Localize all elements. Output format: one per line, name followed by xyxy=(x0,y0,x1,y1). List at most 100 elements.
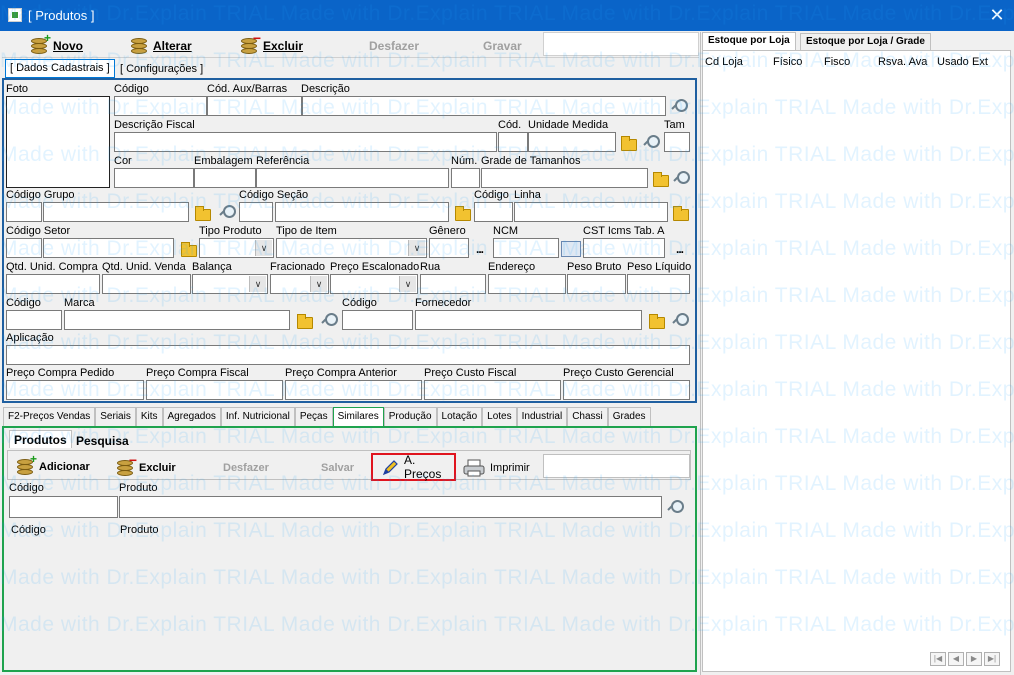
sub-excluir-button[interactable]: − Excluir xyxy=(116,453,176,481)
custo-gerencial-field[interactable] xyxy=(563,380,690,400)
cod-unidade-field[interactable] xyxy=(498,132,528,152)
codigo-linha-field[interactable] xyxy=(474,202,513,222)
rua-field[interactable] xyxy=(420,274,486,294)
cor-field[interactable] xyxy=(114,168,194,188)
search-icon[interactable] xyxy=(667,500,684,516)
desfazer-button[interactable]: Desfazer xyxy=(369,33,419,59)
folder-icon[interactable] xyxy=(621,136,637,151)
setor-field[interactable] xyxy=(43,238,174,258)
tab-produ-o[interactable]: Produção xyxy=(383,407,437,426)
codigo-field[interactable] xyxy=(114,96,207,116)
similares-grid[interactable] xyxy=(7,539,691,669)
preco-anterior-field[interactable] xyxy=(285,380,422,400)
tab-lotes[interactable]: Lotes xyxy=(482,407,517,426)
cst-more-button[interactable]: ... xyxy=(676,242,684,256)
nav-last-icon[interactable]: ▶| xyxy=(984,652,1000,666)
preco-escalonado-select[interactable]: ∨ xyxy=(330,274,418,294)
qtd-compra-field[interactable] xyxy=(6,274,100,294)
estoque-grid[interactable] xyxy=(702,50,1011,672)
secao-field[interactable] xyxy=(275,202,449,222)
tab-inf-nutricional[interactable]: Inf. Nutricional xyxy=(220,407,295,426)
desc-fiscal-field[interactable] xyxy=(114,132,497,152)
folder-icon[interactable] xyxy=(181,242,197,257)
peso-liquido-field[interactable] xyxy=(627,274,690,294)
tab-f2-pre-os-vendas[interactable]: F2-Preços Vendas xyxy=(3,407,96,426)
folder-icon[interactable] xyxy=(653,172,669,187)
folder-icon[interactable] xyxy=(455,206,471,221)
tab-agregados[interactable]: Agregados xyxy=(162,407,221,426)
alterar-button[interactable]: Alterar xyxy=(130,33,192,59)
nav-first-icon[interactable]: |◀ xyxy=(930,652,946,666)
peso-bruto-field[interactable] xyxy=(567,274,626,294)
codigo-grupo-field[interactable] xyxy=(6,202,42,222)
nav-prev-icon[interactable]: ◀ xyxy=(948,652,964,666)
fornecedor-field[interactable] xyxy=(415,310,642,330)
gravar-button[interactable]: Gravar xyxy=(483,33,522,59)
sub-codigo-field[interactable] xyxy=(9,496,118,518)
tab-estoque-loja[interactable]: Estoque por Loja xyxy=(702,32,796,50)
grupo-field[interactable] xyxy=(43,202,189,222)
search-icon[interactable] xyxy=(671,99,688,115)
grade-field[interactable] xyxy=(481,168,648,188)
qtd-venda-field[interactable] xyxy=(102,274,191,294)
imprimir-button[interactable]: Imprimir xyxy=(463,455,530,481)
balanca-select[interactable]: ∨ xyxy=(192,274,268,294)
visualizacao-button[interactable]: VISUALIZAÇÃO xyxy=(543,32,699,56)
tab-dados-cadastrais[interactable]: [ Dados Cadastrais ] xyxy=(5,59,115,78)
cst-field[interactable] xyxy=(583,238,665,258)
codigo-fornecedor-field[interactable] xyxy=(342,310,413,330)
fracionado-select[interactable]: ∨ xyxy=(270,274,329,294)
search-icon[interactable] xyxy=(673,171,690,187)
aprecos-button[interactable]: A. Preços xyxy=(371,453,456,481)
tab-seriais[interactable]: Seriais xyxy=(95,407,136,426)
genero-more-button[interactable]: ... xyxy=(476,242,484,256)
endereco-field[interactable] xyxy=(488,274,566,294)
search-icon[interactable] xyxy=(321,313,338,329)
embalagem-field[interactable] xyxy=(194,168,256,188)
tab-similares[interactable]: Similares xyxy=(332,407,384,426)
search-icon[interactable] xyxy=(643,135,660,151)
ncm-lookup-icon[interactable] xyxy=(561,241,581,257)
nav-next-icon[interactable]: ▶ xyxy=(966,652,982,666)
marca-field[interactable] xyxy=(64,310,290,330)
search-icon[interactable] xyxy=(672,313,689,329)
folder-icon[interactable] xyxy=(649,314,665,329)
cod-aux-field[interactable] xyxy=(207,96,302,116)
descricao-field[interactable] xyxy=(302,96,666,116)
tab-produtos[interactable]: Produtos xyxy=(9,430,72,448)
tab-pesquisa[interactable]: Pesquisa xyxy=(72,432,133,449)
num-grade-field[interactable] xyxy=(451,168,480,188)
preco-pedido-field[interactable] xyxy=(6,380,144,400)
aplicacao-field[interactable] xyxy=(6,345,690,365)
tab-chassi[interactable]: Chassi xyxy=(567,407,608,426)
foto-box[interactable] xyxy=(6,96,110,188)
sub-produto-field[interactable] xyxy=(119,496,662,518)
novo-button[interactable]: + Novo xyxy=(30,32,83,59)
excluir-button[interactable]: − Excluir xyxy=(240,31,303,59)
tab-lota-o[interactable]: Lotação xyxy=(436,407,483,426)
tab-pe-as[interactable]: Peças xyxy=(294,407,333,426)
codigo-marca-field[interactable] xyxy=(6,310,62,330)
folder-icon[interactable] xyxy=(673,206,689,221)
unidade-field[interactable] xyxy=(528,132,616,152)
ncm-field[interactable] xyxy=(493,238,559,258)
tipo-produto-select[interactable]: ∨ xyxy=(199,238,274,258)
tab-grades[interactable]: Grades xyxy=(607,407,651,426)
genero-field[interactable] xyxy=(429,238,469,258)
folder-icon[interactable] xyxy=(297,314,313,329)
tab-kits[interactable]: Kits xyxy=(135,407,163,426)
referencia-field[interactable] xyxy=(256,168,449,188)
tam-field[interactable] xyxy=(664,132,690,152)
custo-fiscal-field[interactable] xyxy=(424,380,561,400)
linha-field[interactable] xyxy=(514,202,668,222)
tab-estoque-grade[interactable]: Estoque por Loja / Grade xyxy=(800,33,931,50)
sub-salvar-button[interactable]: Salvar xyxy=(321,455,354,481)
codigo-setor-field[interactable] xyxy=(6,238,42,258)
tab-industrial[interactable]: Industrial xyxy=(516,407,568,426)
codigo-secao-field[interactable] xyxy=(239,202,273,222)
sub-desfazer-button[interactable]: Desfazer xyxy=(223,455,269,481)
adicionar-button[interactable]: + Adicionar xyxy=(16,453,90,480)
preco-fiscal-field[interactable] xyxy=(146,380,283,400)
tipo-item-select[interactable]: ∨ xyxy=(276,238,427,258)
search-icon[interactable] xyxy=(219,205,236,221)
